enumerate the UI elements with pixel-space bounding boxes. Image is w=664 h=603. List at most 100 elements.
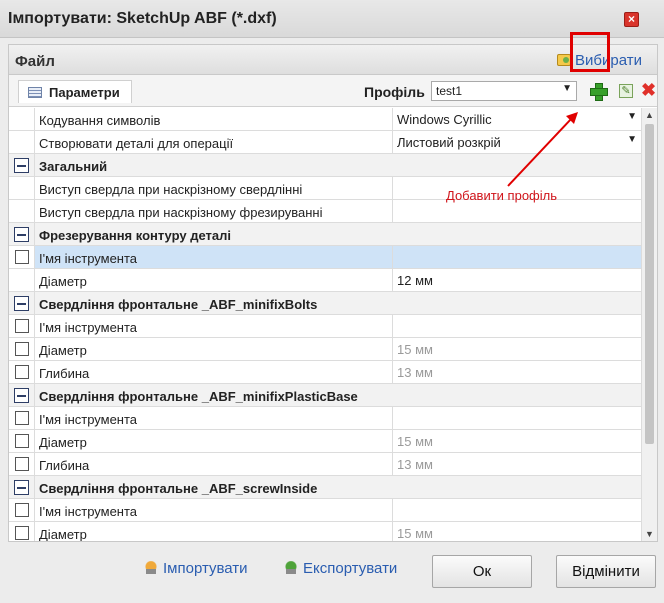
- add-profile-button[interactable]: [589, 82, 608, 101]
- grid-section-row[interactable]: Свердління фронтальне _ABF_minifixBolts: [9, 292, 641, 315]
- row-gutter: [9, 223, 35, 245]
- row-checkbox[interactable]: [15, 434, 29, 448]
- property-value-text: 13 мм: [397, 365, 433, 380]
- property-value[interactable]: 12 мм: [392, 269, 641, 291]
- property-label: І'мя інструмента: [39, 504, 138, 519]
- scroll-down-icon[interactable]: ▼: [645, 529, 654, 539]
- property-value[interactable]: 13 мм: [392, 453, 641, 475]
- section-title: Свердління фронтальне _ABF_minifixPlasti…: [39, 389, 358, 404]
- row-gutter: [9, 453, 35, 475]
- property-value-text: 12 мм: [397, 273, 433, 288]
- grid-property-row[interactable]: Діаметр 12 мм: [9, 269, 641, 292]
- close-icon[interactable]: ×: [624, 12, 639, 27]
- property-value[interactable]: [392, 315, 641, 337]
- property-value-text: Листовий розкрій: [397, 135, 501, 150]
- dialog-title: Імпортувати: SketchUp ABF (*.dxf): [8, 10, 277, 27]
- grid-section-row[interactable]: Загальний: [9, 154, 641, 177]
- row-checkbox[interactable]: [15, 342, 29, 356]
- delete-profile-button[interactable]: ✖: [641, 81, 657, 99]
- row-checkbox[interactable]: [15, 250, 29, 264]
- grid-property-row[interactable]: Глибина 13 мм: [9, 361, 641, 384]
- grid-property-row[interactable]: І'мя інструмента: [9, 246, 641, 269]
- section-title: Фрезерування контуру деталі: [39, 228, 232, 243]
- property-value-text: 15 мм: [397, 526, 433, 541]
- params-toolbar: Параметри Профіль test1 ▼ ✎ ✖: [9, 75, 657, 107]
- property-value-text: 15 мм: [397, 342, 433, 357]
- property-label: Діаметр: [39, 527, 87, 541]
- scrollbar-thumb[interactable]: [645, 124, 654, 444]
- property-grid: Кодування символів Windows Cyrillic ▼ Створ…: [9, 108, 641, 541]
- row-checkbox[interactable]: [15, 457, 29, 471]
- file-panel-header: Файл Вибирати: [9, 45, 657, 75]
- export-link[interactable]: Експортувати: [284, 560, 397, 577]
- grid-property-row[interactable]: Діаметр 15 мм: [9, 522, 641, 541]
- property-value[interactable]: 13 мм: [392, 361, 641, 383]
- grid-property-row[interactable]: І'мя інструмента: [9, 407, 641, 430]
- property-value[interactable]: [392, 246, 641, 268]
- row-gutter: [9, 131, 35, 153]
- chevron-down-icon[interactable]: ▼: [627, 111, 637, 122]
- import-label: Імпортувати: [163, 560, 248, 577]
- scroll-up-icon[interactable]: ▲: [645, 110, 654, 120]
- property-value[interactable]: 15 мм: [392, 338, 641, 360]
- import-link[interactable]: Імпортувати: [144, 560, 248, 577]
- grid-property-row[interactable]: І'мя інструмента: [9, 499, 641, 522]
- chevron-down-icon[interactable]: ▼: [627, 134, 637, 145]
- property-select[interactable]: Windows Cyrillic ▼: [392, 108, 641, 130]
- property-label: Діаметр: [39, 343, 87, 358]
- property-label: Глибина: [39, 458, 90, 473]
- property-label: Кодування символів: [39, 113, 161, 128]
- property-value[interactable]: 15 мм: [392, 522, 641, 541]
- row-gutter: [9, 361, 35, 383]
- dialog-titlebar: Імпортувати: SketchUp ABF (*.dxf) ×: [0, 0, 664, 38]
- row-gutter: [9, 246, 35, 268]
- tab-parameters[interactable]: Параметри: [18, 80, 132, 103]
- row-checkbox[interactable]: [15, 319, 29, 333]
- collapse-icon[interactable]: [14, 158, 29, 173]
- property-value-text: Windows Cyrillic: [397, 112, 492, 127]
- row-checkbox[interactable]: [15, 503, 29, 517]
- grid-property-row[interactable]: Діаметр 15 мм: [9, 338, 641, 361]
- property-value[interactable]: [392, 499, 641, 521]
- grid-property-row[interactable]: Виступ свердла при наскрізному фрезирува…: [9, 200, 641, 223]
- grid-property-row[interactable]: Діаметр 15 мм: [9, 430, 641, 453]
- grid-section-row[interactable]: Фрезерування контуру деталі: [9, 223, 641, 246]
- tab-parameters-label: Параметри: [49, 85, 120, 100]
- table-icon: [28, 87, 42, 98]
- profile-select[interactable]: test1 ▼: [431, 81, 577, 101]
- folder-icon: [557, 54, 571, 66]
- grid-property-row[interactable]: Кодування символів Windows Cyrillic ▼: [9, 108, 641, 131]
- section-title: Загальний: [39, 159, 108, 174]
- edit-profile-button[interactable]: ✎: [619, 84, 633, 98]
- row-gutter: [9, 154, 35, 176]
- row-checkbox[interactable]: [15, 365, 29, 379]
- row-gutter: [9, 407, 35, 429]
- annotation-text: Добавити профіль: [446, 188, 557, 203]
- property-value[interactable]: [392, 407, 641, 429]
- ok-button[interactable]: Ок: [432, 555, 532, 588]
- grid-property-row[interactable]: Глибина 13 мм: [9, 453, 641, 476]
- grid-section-row[interactable]: Свердління фронтальне _ABF_minifixPlasti…: [9, 384, 641, 407]
- row-checkbox[interactable]: [15, 526, 29, 540]
- property-select[interactable]: Листовий розкрій ▼: [392, 131, 641, 153]
- row-gutter: [9, 108, 35, 130]
- property-label: І'мя інструмента: [39, 412, 138, 427]
- grid-section-row[interactable]: Свердління фронтальне _ABF_screwInside: [9, 476, 641, 499]
- row-gutter: [9, 292, 35, 314]
- row-gutter: [9, 315, 35, 337]
- property-value[interactable]: [392, 200, 641, 222]
- property-value[interactable]: 15 мм: [392, 430, 641, 452]
- collapse-icon[interactable]: [14, 296, 29, 311]
- grid-property-row[interactable]: І'мя інструмента: [9, 315, 641, 338]
- grid-scrollbar[interactable]: ▲ ▼: [641, 108, 657, 541]
- collapse-icon[interactable]: [14, 480, 29, 495]
- collapse-icon[interactable]: [14, 388, 29, 403]
- property-label: Діаметр: [39, 435, 87, 450]
- cancel-button[interactable]: Відмінити: [556, 555, 656, 588]
- grid-property-row[interactable]: Створювати деталі для операції Листовий р…: [9, 131, 641, 154]
- collapse-icon[interactable]: [14, 227, 29, 242]
- row-checkbox[interactable]: [15, 411, 29, 425]
- property-label: Створювати деталі для операції: [39, 136, 234, 151]
- row-gutter: [9, 430, 35, 452]
- row-gutter: [9, 476, 35, 498]
